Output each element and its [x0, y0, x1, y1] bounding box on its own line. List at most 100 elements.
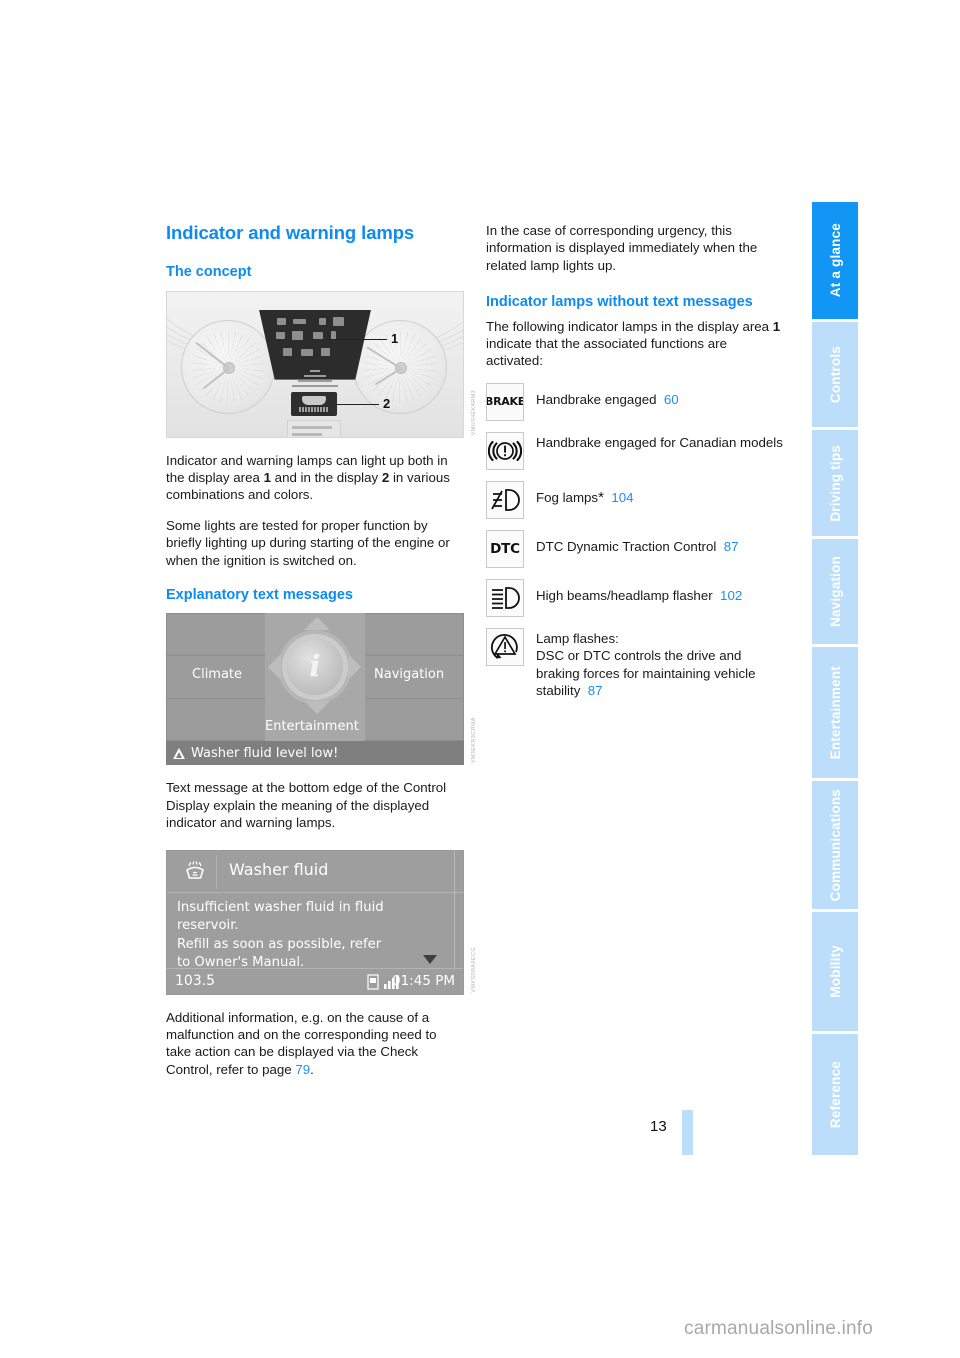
chevron-down-icon: [304, 701, 330, 715]
sidebar-tab-reference[interactable]: Reference: [812, 1033, 858, 1155]
dtc-text-icon: DTC: [486, 529, 524, 568]
sidebar-tab-label: Entertainment: [827, 665, 843, 760]
page-reference[interactable]: 87: [724, 539, 739, 554]
brake-exclamation-circle-icon: [486, 431, 524, 470]
menu-item-climate[interactable]: Climate: [192, 667, 242, 682]
heading-explanatory-text-messages: Explanatory text messages: [166, 587, 353, 604]
menu-item-entertainment[interactable]: Entertainment: [265, 719, 359, 734]
signal-strength-icon: [384, 974, 399, 989]
lamp-row-handbrake-canadian: Handbrake engaged for Canadian models: [486, 431, 786, 470]
status-message: Washer fluid level low!: [191, 745, 339, 761]
site-watermark: carmanualsonline.info: [684, 1318, 874, 1339]
figure-code: VMXS0RA9ECG: [471, 946, 477, 993]
page-edge-marker: [682, 1110, 693, 1155]
sim-card-icon: [367, 974, 379, 990]
scroll-down-arrow-icon[interactable]: [423, 954, 437, 964]
right-content-column: In the case of corresponding urgency, th…: [486, 222, 786, 710]
idrive-controller-knob: i: [287, 639, 343, 696]
sidebar-tab-label: Driving tips: [827, 444, 843, 522]
paragraph-urgency: In the case of corresponding urgency, th…: [486, 223, 758, 273]
lamp-description: Handbrake engaged 60: [536, 391, 679, 407]
paragraph-lamp-self-test: Some lights are tested for proper functi…: [166, 517, 450, 568]
figure-instrument-cluster: 1 2 VMUS4EK4RM3: [166, 290, 477, 438]
cc-line-1: Insufficient washer fluid in fluid: [177, 899, 384, 915]
sidebar-tab-label: Controls: [827, 345, 843, 403]
paragraph-following-indicator-lamps: The following indicator lamps in the dis…: [486, 318, 781, 369]
high-beam-icon: [486, 578, 524, 617]
page-title: Indicator and warning lamps: [166, 222, 415, 243]
lamp-row-dtc: DTC DTC Dynamic Traction Control 87: [486, 529, 786, 568]
check-control-footer: 103.5 01:45 PM: [167, 967, 463, 994]
high-beam-glyph: [492, 586, 520, 609]
page-reference[interactable]: 104: [611, 490, 633, 505]
left-content-column: Indicator and warning lamps The concept: [166, 222, 477, 1078]
callout-2: 2: [383, 395, 391, 411]
display-area-2-badge: [291, 391, 337, 416]
heading-indicator-lamps-without-text: Indicator lamps without text messages: [486, 294, 753, 311]
section-tab-strip: At a glance Controls Driving tips Naviga…: [812, 202, 858, 1158]
lamp-description: DTC Dynamic Traction Control 87: [536, 538, 739, 554]
page-reference-79[interactable]: 79: [295, 1062, 310, 1077]
cc-line-2: reservoir.: [177, 918, 239, 934]
sidebar-tab-communications[interactable]: Communications: [812, 780, 858, 910]
idrive-status-bar: Washer fluid level low!: [166, 741, 464, 766]
paragraph-lamps-light-up: Indicator and warning lamps can light up…: [166, 452, 450, 503]
sidebar-tab-label: At a glance: [827, 223, 843, 298]
fog-lamp-glyph: [491, 488, 520, 511]
fog-lamp-icon: [486, 480, 524, 519]
chevron-right-icon: [348, 654, 361, 681]
lamp-description: Fog lamps* 104: [536, 488, 634, 506]
figure-idrive-menu: i Climate Navigation Entertainment Washe…: [166, 613, 477, 766]
heading-the-concept: The concept: [166, 264, 252, 281]
sidebar-tab-entertainment[interactable]: Entertainment: [812, 647, 858, 778]
callout-1: 1: [391, 330, 399, 346]
cluster-ladder-symbol: [285, 369, 345, 390]
warning-triangle-icon: [173, 747, 185, 759]
chevron-up-icon: [304, 617, 330, 631]
sidebar-tab-at-a-glance[interactable]: At a glance: [812, 202, 858, 319]
sidebar-tab-label: Navigation: [827, 556, 843, 628]
sidebar-tab-label: Communications: [827, 788, 843, 902]
chevron-left-icon: [268, 654, 281, 681]
sidebar-tab-controls[interactable]: Controls: [812, 321, 858, 428]
check-control-image: Washer fluid Insufficient washer fluid i…: [166, 849, 464, 995]
brake-icon-label: BRAKE: [486, 395, 524, 409]
paragraph-text-message-bottom-edge: Text message at the bottom edge of the C…: [166, 780, 447, 831]
lamp-row-handbrake: BRAKE Handbrake engaged 60: [486, 382, 786, 421]
lamp-row-high-beams: High beams/headlamp flasher 102: [486, 578, 786, 617]
scroll-track[interactable]: [454, 850, 455, 970]
sidebar-tab-navigation[interactable]: Navigation: [812, 538, 858, 645]
figure-code: VM3EKR3CRMA: [471, 717, 477, 764]
lamp-description: Handbrake engaged for Canadian models: [536, 434, 783, 450]
sidebar-tab-mobility[interactable]: Mobility: [812, 912, 858, 1031]
tachometer-dial: [353, 319, 447, 414]
radio-frequency: 103.5: [175, 973, 216, 990]
manual-page: At a glance Controls Driving tips Naviga…: [0, 0, 960, 1358]
page-reference[interactable]: 102: [720, 588, 742, 603]
dsc-triangle-icon: [486, 627, 524, 666]
page-reference[interactable]: 87: [588, 683, 603, 698]
menu-item-navigation[interactable]: Navigation: [374, 667, 444, 682]
figure-check-control-message: Washer fluid Insufficient washer fluid i…: [166, 849, 477, 995]
page-reference[interactable]: 60: [664, 392, 679, 407]
lamp-description: Lamp flashes: DSC or DTC controls the dr…: [536, 630, 756, 699]
sidebar-tab-label: Mobility: [827, 945, 843, 998]
check-control-header: Washer fluid: [167, 851, 463, 893]
lamp-description: High beams/headlamp flasher 102: [536, 587, 743, 603]
washer-fluid-icon: [186, 860, 204, 879]
info-icon: i: [309, 649, 321, 685]
check-control-body: Insufficient washer fluid in fluid reser…: [177, 899, 427, 973]
cc-line-3: Refill as soon as possible, refer: [177, 936, 382, 952]
page-number: 13: [650, 1118, 667, 1135]
indicator-lamp-table: BRAKE Handbrake engaged 60 Handbrake eng…: [486, 382, 786, 700]
instrument-cluster-image: 1 2: [166, 290, 464, 438]
cluster-mini-display: [287, 419, 341, 437]
idrive-menu-image: i Climate Navigation Entertainment Washe…: [166, 613, 464, 766]
washer-fluid-icon-box: [173, 854, 217, 889]
sidebar-tab-driving-tips[interactable]: Driving tips: [812, 430, 858, 536]
brake-exclamation-glyph: [488, 440, 522, 461]
check-control-title: Washer fluid: [229, 859, 329, 879]
clock-time: 01:45 PM: [392, 973, 455, 990]
figure-code: VMUS4EK4RM3: [471, 390, 477, 436]
lamp-row-fog-lamps: Fog lamps* 104: [486, 480, 786, 519]
